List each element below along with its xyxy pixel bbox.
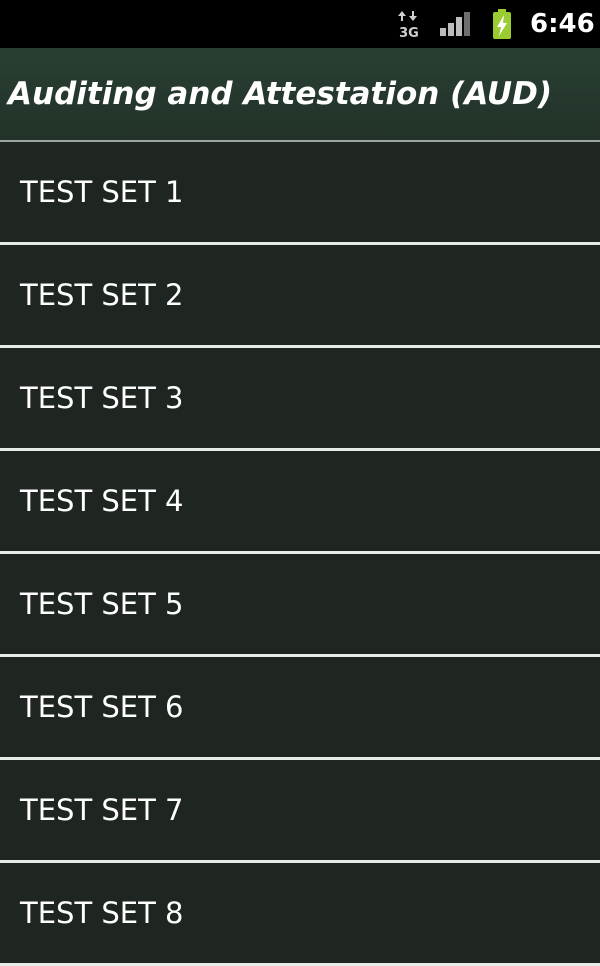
test-set-list: TEST SET 1 TEST SET 2 TEST SET 3 TEST SE… [0,142,600,966]
list-item-test-set-2[interactable]: TEST SET 2 [0,245,600,348]
status-clock: 6:46 [530,9,595,39]
list-item-test-set-4[interactable]: TEST SET 4 [0,451,600,554]
list-item-label: TEST SET 7 [20,793,184,827]
page-title: Auditing and Attestation (AUD) [8,76,552,112]
list-item-label: TEST SET 1 [20,175,184,209]
list-item-test-set-8[interactable]: TEST SET 8 [0,863,600,966]
status-bar: 3G 6:46 [0,0,600,48]
data-transfer-icon: 3G [396,0,422,48]
list-item-test-set-7[interactable]: TEST SET 7 [0,760,600,863]
network-type-label: 3G [399,26,419,39]
list-item-test-set-3[interactable]: TEST SET 3 [0,348,600,451]
list-item-label: TEST SET 4 [20,484,184,518]
list-item-label: TEST SET 2 [20,278,184,312]
signal-strength-icon [438,0,472,48]
list-item-test-set-5[interactable]: TEST SET 5 [0,554,600,657]
list-item-label: TEST SET 6 [20,690,184,724]
app-title-bar: Auditing and Attestation (AUD) [0,48,600,142]
list-item-label: TEST SET 3 [20,381,184,415]
list-item-label: TEST SET 8 [20,896,184,930]
list-item-label: TEST SET 5 [20,587,184,621]
battery-charging-icon [488,0,516,48]
list-item-test-set-6[interactable]: TEST SET 6 [0,657,600,760]
list-item-test-set-1[interactable]: TEST SET 1 [0,142,600,245]
